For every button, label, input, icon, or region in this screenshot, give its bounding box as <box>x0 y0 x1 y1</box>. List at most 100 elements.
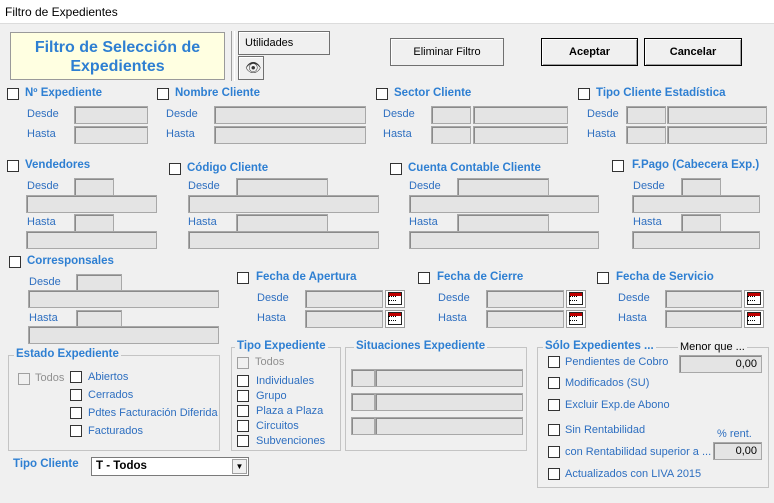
cierre-desde-calendar-button[interactable] <box>566 290 586 308</box>
servicio-hasta-calendar-button[interactable] <box>744 310 764 328</box>
sector-hasta-desc[interactable] <box>473 126 568 144</box>
nombre-desde-field[interactable] <box>214 106 366 124</box>
cierre-header: Fecha de Cierre <box>437 271 524 283</box>
vendedores-desde-code[interactable] <box>74 178 114 196</box>
tipo-title: Tipo Expediente <box>235 340 328 352</box>
estado-cerrados-checkbox[interactable] <box>70 389 82 401</box>
aceptar-button[interactable]: Aceptar <box>541 38 638 66</box>
tipo-individuales-checkbox[interactable] <box>237 375 249 387</box>
cuenta-hasta-code[interactable] <box>457 214 549 232</box>
nombre-hasta-field[interactable] <box>214 126 366 144</box>
utilidades-button[interactable]: Utilidades <box>238 31 330 55</box>
tipoest-hasta-desc[interactable] <box>667 126 767 144</box>
apertura-hasta-field[interactable] <box>305 310 383 328</box>
apertura-desde-calendar-button[interactable] <box>385 290 405 308</box>
corresponsales-desde-desc[interactable] <box>28 290 219 308</box>
tipo-grupo-checkbox[interactable] <box>237 390 249 402</box>
cuenta-checkbox[interactable] <box>390 163 402 175</box>
tipoest-desde-desc[interactable] <box>667 106 767 124</box>
vendedores-hasta-code[interactable] <box>74 214 114 232</box>
tipoest-checkbox[interactable] <box>578 88 590 100</box>
situacion-1-desc[interactable] <box>375 369 523 387</box>
menor-field[interactable]: 0,00 <box>679 355 762 373</box>
solo-sinrent-checkbox[interactable] <box>548 424 560 436</box>
servicio-desde-label: Desde <box>618 292 650 304</box>
estado-todos-checkbox[interactable] <box>18 373 30 385</box>
solo-excluir-checkbox[interactable] <box>548 399 560 411</box>
pct-rent-value: 0,00 <box>735 445 757 457</box>
fpago-hasta-code[interactable] <box>681 214 721 232</box>
solo-liva-checkbox[interactable] <box>548 468 560 480</box>
cierre-checkbox[interactable] <box>418 272 430 284</box>
fpago-checkbox[interactable] <box>612 160 624 172</box>
vendedores-desde-desc[interactable] <box>26 195 157 213</box>
cancelar-button[interactable]: Cancelar <box>644 38 742 66</box>
situacion-3-code[interactable] <box>351 417 375 435</box>
apertura-hasta-calendar-button[interactable] <box>385 310 405 328</box>
nexp-hasta-field[interactable] <box>74 126 148 144</box>
cuenta-desde-label: Desde <box>409 180 441 192</box>
estado-facturados-checkbox[interactable] <box>70 425 82 437</box>
estado-pdtes-checkbox[interactable] <box>70 407 82 419</box>
codigo-desde-code[interactable] <box>236 178 328 196</box>
banner-line2: Expedientes <box>70 58 165 75</box>
apertura-checkbox[interactable] <box>237 272 249 284</box>
sector-desde-desc[interactable] <box>473 106 568 124</box>
solo-conrent-checkbox[interactable] <box>548 446 560 458</box>
tipocliente-select[interactable]: T - Todos ▼ <box>91 457 249 476</box>
apertura-desde-field[interactable] <box>305 290 383 308</box>
pct-rent-label: % rent. <box>717 428 752 440</box>
cuenta-desde-desc[interactable] <box>409 195 599 213</box>
sector-hasta-code[interactable] <box>431 126 471 144</box>
codigo-hasta-desc[interactable] <box>188 231 379 249</box>
estado-title: Estado Expediente <box>14 348 121 360</box>
vendedores-hasta-desc[interactable] <box>26 231 157 249</box>
tipoest-hasta-code[interactable] <box>626 126 666 144</box>
cuenta-desde-code[interactable] <box>457 178 549 196</box>
solo-pendientes-checkbox[interactable] <box>548 356 560 368</box>
tipoest-desde-code[interactable] <box>626 106 666 124</box>
dropdown-arrow-icon[interactable]: ▼ <box>232 459 247 474</box>
cierre-desde-field[interactable] <box>486 290 564 308</box>
servicio-hasta-field[interactable] <box>665 310 742 328</box>
servicio-desde-field[interactable] <box>665 290 742 308</box>
eliminar-filtro-button[interactable]: Eliminar Filtro <box>390 38 504 66</box>
menor-label: Menor que ... <box>678 341 747 353</box>
estado-abiertos-checkbox[interactable] <box>70 371 82 383</box>
solo-modificados-checkbox[interactable] <box>548 377 560 389</box>
nexp-desde-field[interactable] <box>74 106 148 124</box>
tipo-circuitos-checkbox[interactable] <box>237 420 249 432</box>
corresponsales-checkbox[interactable] <box>9 256 21 268</box>
servicio-desde-calendar-button[interactable] <box>744 290 764 308</box>
sector-checkbox[interactable] <box>376 88 388 100</box>
fpago-hasta-label: Hasta <box>633 216 662 228</box>
cuenta-hasta-desc[interactable] <box>409 231 599 249</box>
sector-desde-code[interactable] <box>431 106 471 124</box>
utilidades-grip <box>231 31 235 81</box>
tipo-todos-checkbox[interactable] <box>237 357 249 369</box>
tipo-subvenciones-checkbox[interactable] <box>237 435 249 447</box>
cierre-hasta-calendar-button[interactable] <box>566 310 586 328</box>
vendedores-checkbox[interactable] <box>7 160 19 172</box>
corresponsales-hasta-desc[interactable] <box>28 326 219 344</box>
binoculars-button[interactable]: 👁 <box>238 56 264 80</box>
fpago-hasta-desc[interactable] <box>632 231 760 249</box>
situacion-3-desc[interactable] <box>375 417 523 435</box>
sector-hasta-label: Hasta <box>383 128 412 140</box>
fpago-desde-desc[interactable] <box>632 195 760 213</box>
vendedores-header: Vendedores <box>25 159 91 171</box>
situacion-2-code[interactable] <box>351 393 375 411</box>
nombre-checkbox[interactable] <box>157 88 169 100</box>
nexp-checkbox[interactable] <box>7 88 19 100</box>
codigo-desde-desc[interactable] <box>188 195 379 213</box>
pct-rent-field[interactable]: 0,00 <box>713 442 762 460</box>
fpago-desde-code[interactable] <box>681 178 721 196</box>
servicio-checkbox[interactable] <box>597 272 609 284</box>
cierre-hasta-field[interactable] <box>486 310 564 328</box>
codigo-hasta-code[interactable] <box>236 214 328 232</box>
codigo-header: Código Cliente <box>187 162 269 174</box>
situacion-1-code[interactable] <box>351 369 375 387</box>
situacion-2-desc[interactable] <box>375 393 523 411</box>
tipo-plaza-checkbox[interactable] <box>237 405 249 417</box>
codigo-checkbox[interactable] <box>169 163 181 175</box>
